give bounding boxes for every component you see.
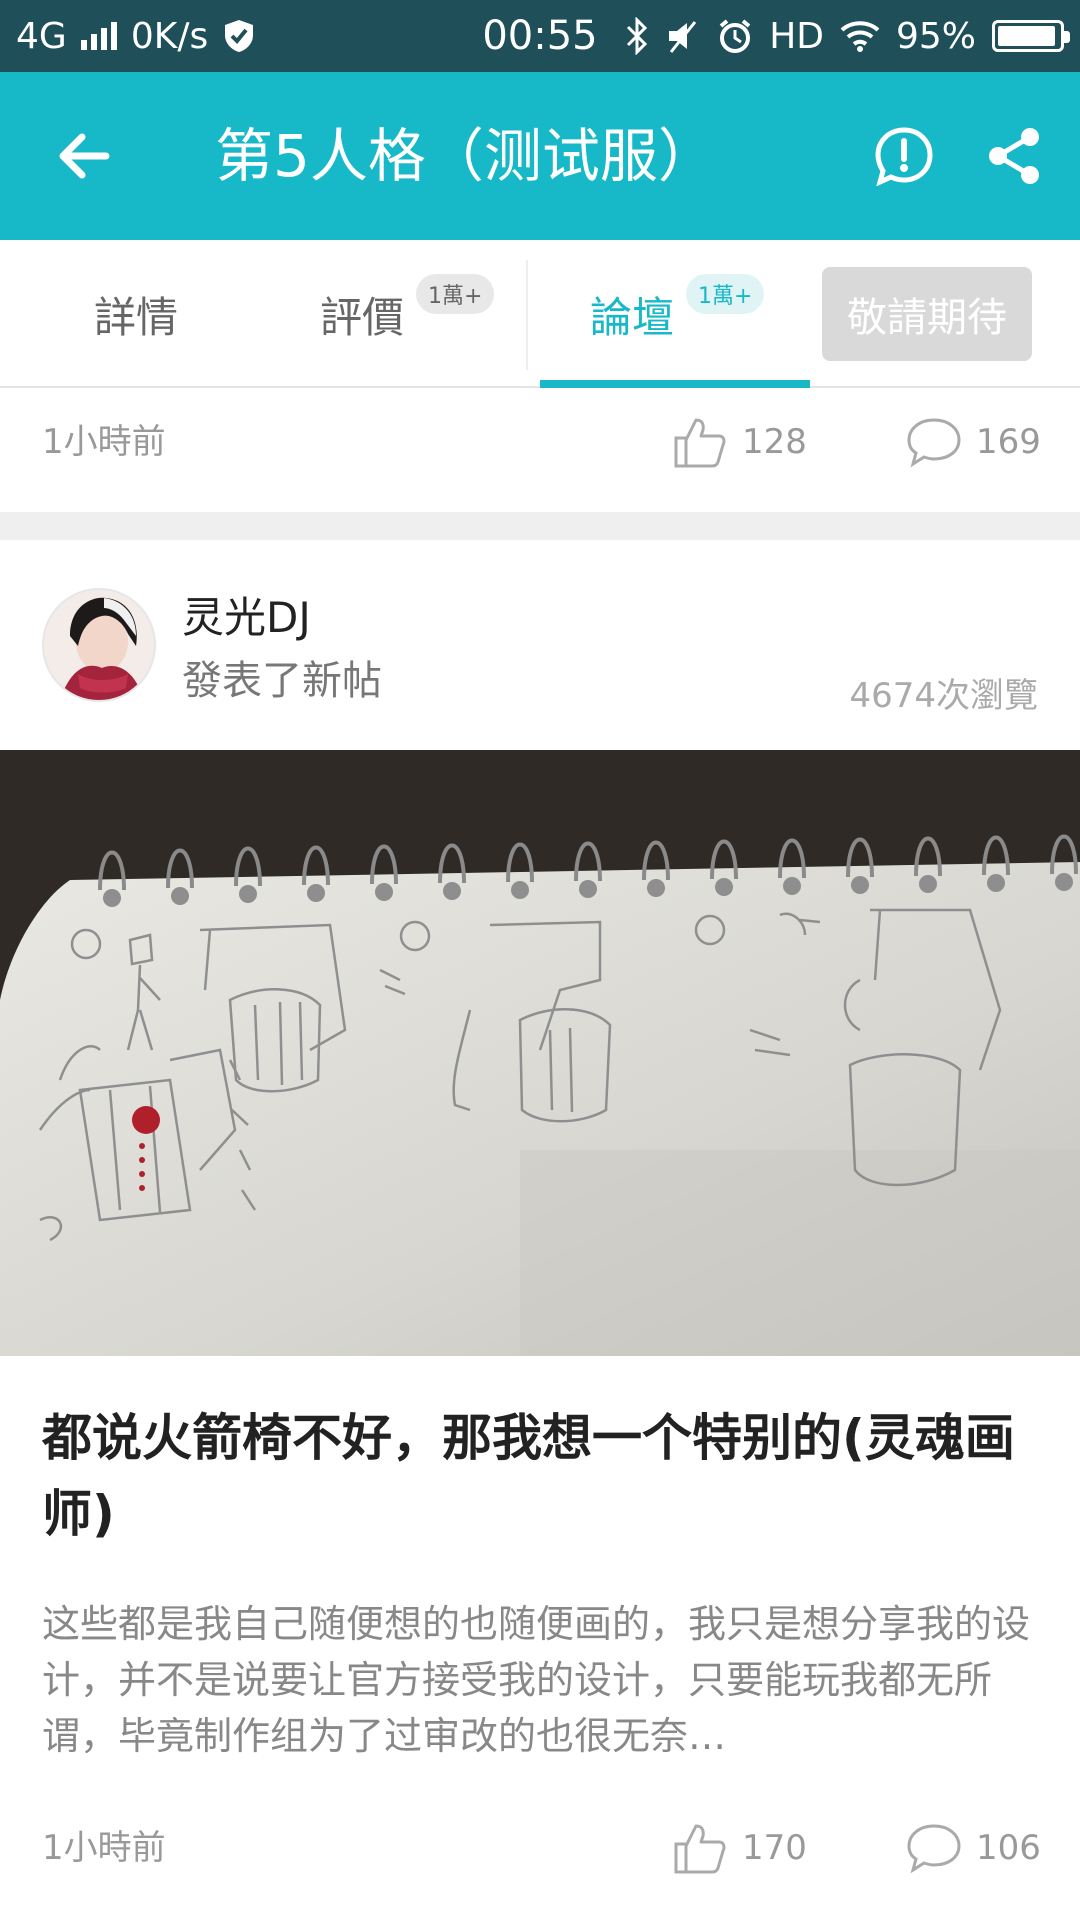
author-action: 發表了新帖 xyxy=(182,658,382,704)
active-tab-indicator xyxy=(540,380,810,388)
comment-icon xyxy=(907,418,961,468)
post-meta: 1小時前 170 106 xyxy=(0,1798,1080,1898)
post-excerpt[interactable]: 这些都是我自己随便想的也随便画的，我只是想分享我的设计，并不是说要让官方接受我的… xyxy=(42,1596,1042,1764)
tab-details-label: 詳情 xyxy=(94,292,179,342)
prev-post-meta: 1小時前 128 169 xyxy=(0,392,1080,492)
prev-post-likes: 128 xyxy=(742,422,807,462)
share-icon xyxy=(989,128,1039,184)
page-title: 第5人格（测试服） xyxy=(215,122,716,190)
avatar-image xyxy=(44,590,154,700)
battery-icon xyxy=(992,20,1070,52)
tab-forum-label: 論壇 xyxy=(590,292,675,342)
back-button[interactable] xyxy=(44,116,124,196)
hd-label: HD xyxy=(769,15,824,57)
battery-fill xyxy=(998,26,1055,46)
tab-reviews-badge: 1萬+ xyxy=(416,274,495,314)
arrow-left-icon xyxy=(59,133,110,179)
report-button[interactable] xyxy=(866,118,942,194)
tab-forum[interactable]: 論壇 1萬+ xyxy=(590,240,765,388)
thumbs-up-icon xyxy=(674,418,726,468)
battery-percent: 95% xyxy=(895,15,976,57)
prev-post-like-button[interactable]: 128 xyxy=(672,392,807,492)
tab-details[interactable]: 詳情 xyxy=(94,240,178,388)
post-image[interactable] xyxy=(0,750,1080,1356)
post-separator xyxy=(0,512,1080,540)
comment-icon xyxy=(907,1824,961,1874)
post-title[interactable]: 都说火箭椅不好，那我想一个特别的(灵魂画师) xyxy=(42,1400,1042,1552)
status-right: HD 95% xyxy=(625,0,1070,72)
post-comments: 106 xyxy=(976,1828,1041,1868)
bluetooth-icon xyxy=(627,17,648,55)
mute-icon xyxy=(669,21,697,53)
prev-post-comment-button[interactable]: 169 xyxy=(906,392,1041,492)
tab-forum-badge: 1萬+ xyxy=(686,274,765,314)
app-bar: 第5人格（测试服） xyxy=(0,72,1080,240)
post-comment-button[interactable]: 106 xyxy=(906,1798,1041,1898)
author-name[interactable]: 灵光DJ xyxy=(182,584,311,645)
share-button[interactable] xyxy=(976,118,1052,194)
tab-reviews-label: 評價 xyxy=(320,292,405,342)
view-count: 4674次瀏覽 xyxy=(849,676,1038,716)
status-bar: 4G 0K/s 00:55 HD 95% xyxy=(0,0,1080,72)
thumbs-up-icon xyxy=(674,1824,726,1874)
avatar[interactable] xyxy=(42,588,156,702)
wifi-icon xyxy=(840,21,880,52)
tab-divider xyxy=(526,260,528,370)
coming-soon-button[interactable]: 敬請期待 xyxy=(822,267,1032,361)
post-like-button[interactable]: 170 xyxy=(672,1798,807,1898)
sketch-photo xyxy=(0,750,1080,1356)
post-likes: 170 xyxy=(742,1828,807,1868)
post-time: 1小時前 xyxy=(42,1828,166,1868)
exclamation-circle-icon xyxy=(875,127,933,186)
prev-post-time: 1小時前 xyxy=(42,422,166,462)
alarm-icon xyxy=(719,19,751,53)
tab-reviews[interactable]: 評價 1萬+ xyxy=(320,240,495,388)
tab-bar: 詳情 評價 1萬+ 論壇 1萬+ 敬請期待 xyxy=(0,240,1080,388)
prev-post-comments: 169 xyxy=(976,422,1041,462)
post-author-row[interactable]: 灵光DJ 發表了新帖 4674次瀏覽 xyxy=(0,570,1080,730)
